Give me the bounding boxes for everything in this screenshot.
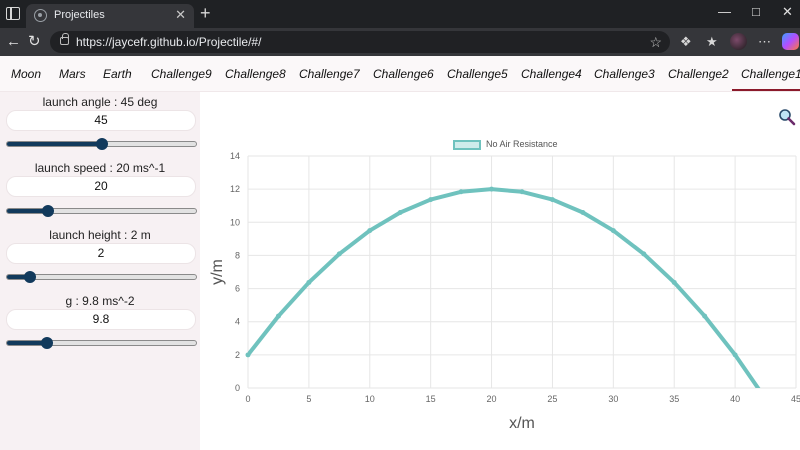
- y-tick-label: 8: [235, 250, 240, 260]
- nav-item-challenge1[interactable]: Challenge1: [741, 67, 800, 81]
- x-tick-label: 0: [245, 394, 250, 404]
- launch-height-input[interactable]: 2: [6, 243, 196, 264]
- nav-item-moon[interactable]: Moon: [11, 67, 41, 81]
- trajectory-point: [580, 210, 586, 216]
- close-icon[interactable]: ✕: [782, 3, 793, 21]
- x-tick-label: 5: [306, 394, 311, 404]
- trajectory-point: [641, 251, 647, 257]
- trajectory-point: [671, 279, 677, 285]
- y-tick-label: 6: [235, 284, 240, 294]
- trajectory-point: [245, 352, 251, 358]
- x-tick-label: 20: [487, 394, 497, 404]
- y-tick-label: 2: [235, 350, 240, 360]
- nav-item-challenge2[interactable]: Challenge2: [668, 67, 729, 81]
- lock-icon[interactable]: [60, 33, 69, 45]
- profile-avatar-icon[interactable]: [730, 33, 747, 50]
- url-bar[interactable]: https://jaycefr.github.io/Projectile/#/ …: [50, 31, 670, 53]
- x-tick-label: 30: [608, 394, 618, 404]
- nav-item-challenge9[interactable]: Challenge9: [151, 67, 212, 81]
- trajectory-point: [702, 313, 708, 319]
- launch-speed-slider[interactable]: [6, 205, 197, 217]
- trajectory-point: [458, 189, 464, 195]
- active-tab-indicator: [732, 89, 800, 91]
- gravity-input[interactable]: 9.8: [6, 309, 196, 330]
- copilot-icon[interactable]: [782, 33, 799, 50]
- x-tick-label: 25: [547, 394, 557, 404]
- launch-angle-label: launch angle : 45 deg: [42, 95, 158, 109]
- nav-item-challenge5[interactable]: Challenge5: [447, 67, 508, 81]
- gravity-label: g : 9.8 ms^-2: [65, 294, 135, 308]
- x-tick-label: 45: [791, 394, 800, 404]
- nav-item-challenge3[interactable]: Challenge3: [594, 67, 655, 81]
- y-tick-label: 0: [235, 383, 240, 393]
- x-tick-label: 10: [365, 394, 375, 404]
- y-axis-label: y/m: [209, 259, 226, 285]
- address-toolbar: ← ↻ https://jaycefr.github.io/Projectile…: [0, 28, 800, 56]
- launch-speed-input[interactable]: 20: [6, 176, 196, 197]
- y-tick-label: 4: [235, 317, 240, 327]
- trajectory-point: [306, 279, 312, 285]
- tab-title: Projectiles: [54, 9, 105, 21]
- trajectory-point: [519, 189, 525, 195]
- trajectory-point: [275, 313, 281, 319]
- browser-tab-strip: Projectiles ✕ + — □ ✕: [0, 0, 800, 28]
- gravity-slider[interactable]: [6, 337, 197, 349]
- browser-tab[interactable]: Projectiles ✕: [26, 4, 194, 28]
- trajectory-point: [610, 228, 616, 234]
- launch-angle-input[interactable]: 45: [6, 110, 196, 131]
- nav-item-challenge7[interactable]: Challenge7: [299, 67, 360, 81]
- zoom-icon[interactable]: [778, 108, 796, 126]
- y-tick-label: 14: [230, 151, 240, 161]
- trajectory-line: [248, 187, 761, 388]
- x-tick-label: 15: [426, 394, 436, 404]
- launch-height-slider[interactable]: [6, 271, 197, 283]
- x-tick-label: 40: [730, 394, 740, 404]
- parameter-panel: launch angle : 45 deg 45 launch speed : …: [0, 92, 200, 450]
- planet-challenge-nav: Moon Mars Earth Challenge9 Challenge8 Ch…: [0, 56, 800, 92]
- slider-thumb[interactable]: [41, 337, 54, 349]
- nav-item-mars[interactable]: Mars: [59, 67, 86, 81]
- slider-thumb[interactable]: [23, 271, 36, 283]
- nav-item-challenge8[interactable]: Challenge8: [225, 67, 286, 81]
- window-icon[interactable]: [6, 7, 20, 20]
- trajectory-point: [367, 228, 373, 234]
- trajectory-point: [336, 251, 342, 257]
- y-tick-label: 12: [230, 184, 240, 194]
- trajectory-point: [549, 197, 555, 203]
- nav-item-challenge4[interactable]: Challenge4: [521, 67, 582, 81]
- favorites-icon[interactable]: ★: [706, 34, 718, 50]
- x-tick-label: 35: [669, 394, 679, 404]
- extensions-icon[interactable]: ❖: [680, 34, 692, 50]
- trajectory-point: [397, 210, 403, 216]
- reload-icon[interactable]: ↻: [28, 33, 41, 51]
- back-icon[interactable]: ←: [6, 33, 21, 51]
- launch-speed-label: launch speed : 20 ms^-1: [34, 161, 166, 175]
- url-text[interactable]: https://jaycefr.github.io/Projectile/#/: [76, 35, 261, 49]
- nav-item-earth[interactable]: Earth: [103, 67, 132, 81]
- slider-thumb[interactable]: [95, 138, 108, 150]
- trajectory-point: [732, 352, 738, 358]
- launch-height-label: launch height : 2 m: [49, 228, 151, 242]
- launch-angle-slider[interactable]: [6, 138, 197, 150]
- x-axis-label: x/m: [509, 415, 535, 432]
- more-icon[interactable]: ⋯: [758, 34, 771, 50]
- tab-close-icon[interactable]: ✕: [175, 7, 186, 23]
- nav-item-challenge6[interactable]: Challenge6: [373, 67, 434, 81]
- trajectory-point: [428, 197, 434, 203]
- new-tab-icon[interactable]: +: [200, 4, 211, 22]
- minimize-icon[interactable]: —: [718, 3, 731, 21]
- trajectory-chart: 0 5 10 15 20 25 30 35 40 45 0 2 4 6 8 10 12 14 x/m y/m: [209, 151, 800, 432]
- site-favicon-icon: [34, 9, 47, 22]
- slider-thumb[interactable]: [41, 205, 54, 217]
- star-icon[interactable]: ☆: [649, 33, 662, 51]
- y-tick-label: 10: [230, 217, 240, 227]
- maximize-icon[interactable]: □: [752, 3, 760, 21]
- trajectory-point: [489, 186, 495, 192]
